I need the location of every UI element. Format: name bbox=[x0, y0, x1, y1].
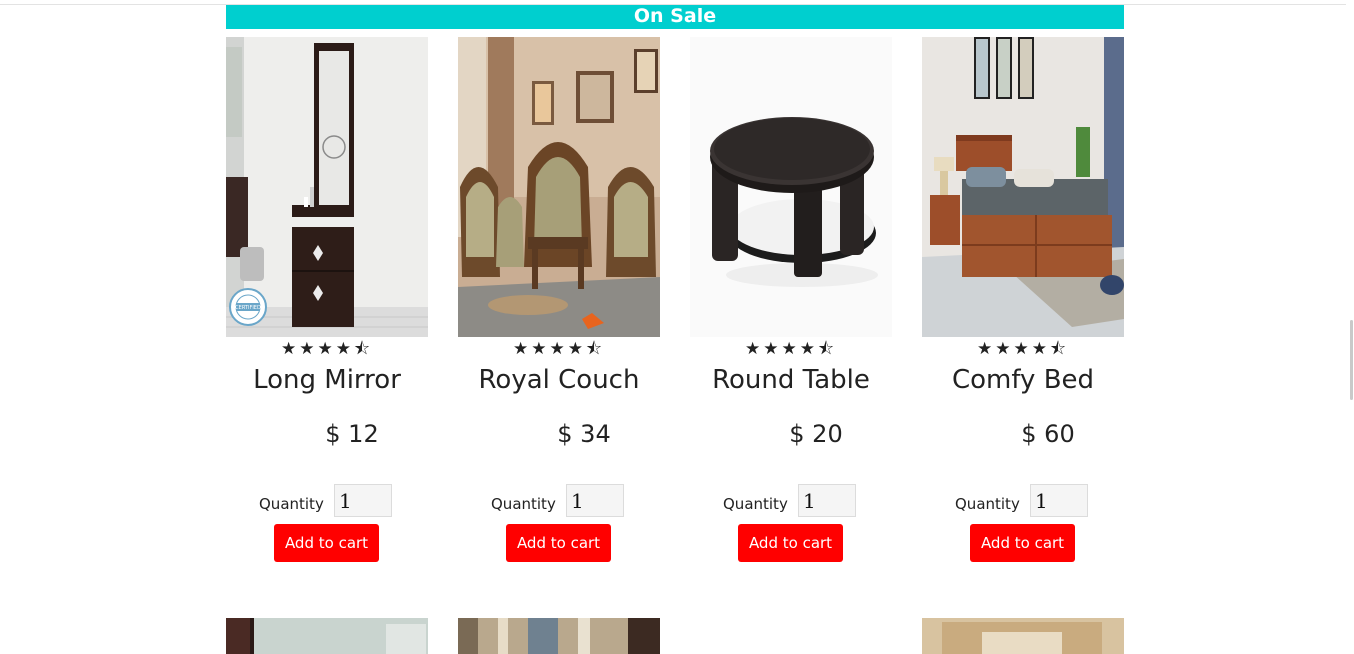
product-name: Round Table bbox=[712, 365, 870, 395]
quantity-label: Quantity bbox=[723, 495, 788, 513]
page-scrollbar[interactable] bbox=[1346, 0, 1354, 654]
product-price: $ 20 bbox=[789, 420, 843, 448]
product-image-long-mirror[interactable]: CERTIFIED bbox=[226, 37, 428, 337]
quantity-label: Quantity bbox=[491, 495, 556, 513]
rating-stars: ★★★★⯪ bbox=[512, 339, 606, 359]
product-image-comfy-bed[interactable] bbox=[922, 37, 1124, 337]
quantity-label: Quantity bbox=[259, 495, 324, 513]
product-image-row2-1[interactable] bbox=[226, 618, 428, 654]
product-image-royal-couch[interactable] bbox=[458, 37, 660, 337]
product-price: $ 12 bbox=[325, 420, 379, 448]
rating-stars: ★★★★⯪ bbox=[976, 339, 1070, 359]
add-to-cart-button[interactable]: Add to cart bbox=[274, 524, 379, 562]
rating-stars: ★★★★⯪ bbox=[744, 339, 838, 359]
product-name: Royal Couch bbox=[478, 365, 640, 395]
quantity-input[interactable] bbox=[798, 484, 856, 517]
product-image-round-table[interactable] bbox=[690, 37, 892, 337]
rating-stars: ★★★★⯪ bbox=[280, 339, 374, 359]
product-name: Long Mirror bbox=[253, 365, 401, 395]
product-image-row2-2[interactable] bbox=[458, 618, 660, 654]
product-image-row2-4[interactable] bbox=[922, 618, 1124, 654]
product-price: $ 60 bbox=[1021, 420, 1075, 448]
scrollbar-thumb[interactable] bbox=[1350, 320, 1353, 400]
certified-badge: CERTIFIED bbox=[235, 305, 261, 311]
product-name: Comfy Bed bbox=[951, 365, 1095, 395]
add-to-cart-button[interactable]: Add to cart bbox=[738, 524, 843, 562]
add-to-cart-button[interactable]: Add to cart bbox=[970, 524, 1075, 562]
quantity-input[interactable] bbox=[566, 484, 624, 517]
quantity-input[interactable] bbox=[1030, 484, 1088, 517]
add-to-cart-button[interactable]: Add to cart bbox=[506, 524, 611, 562]
quantity-input[interactable] bbox=[334, 484, 392, 517]
on-sale-banner: On Sale bbox=[226, 5, 1124, 29]
product-price: $ 34 bbox=[557, 420, 611, 448]
quantity-label: Quantity bbox=[955, 495, 1020, 513]
